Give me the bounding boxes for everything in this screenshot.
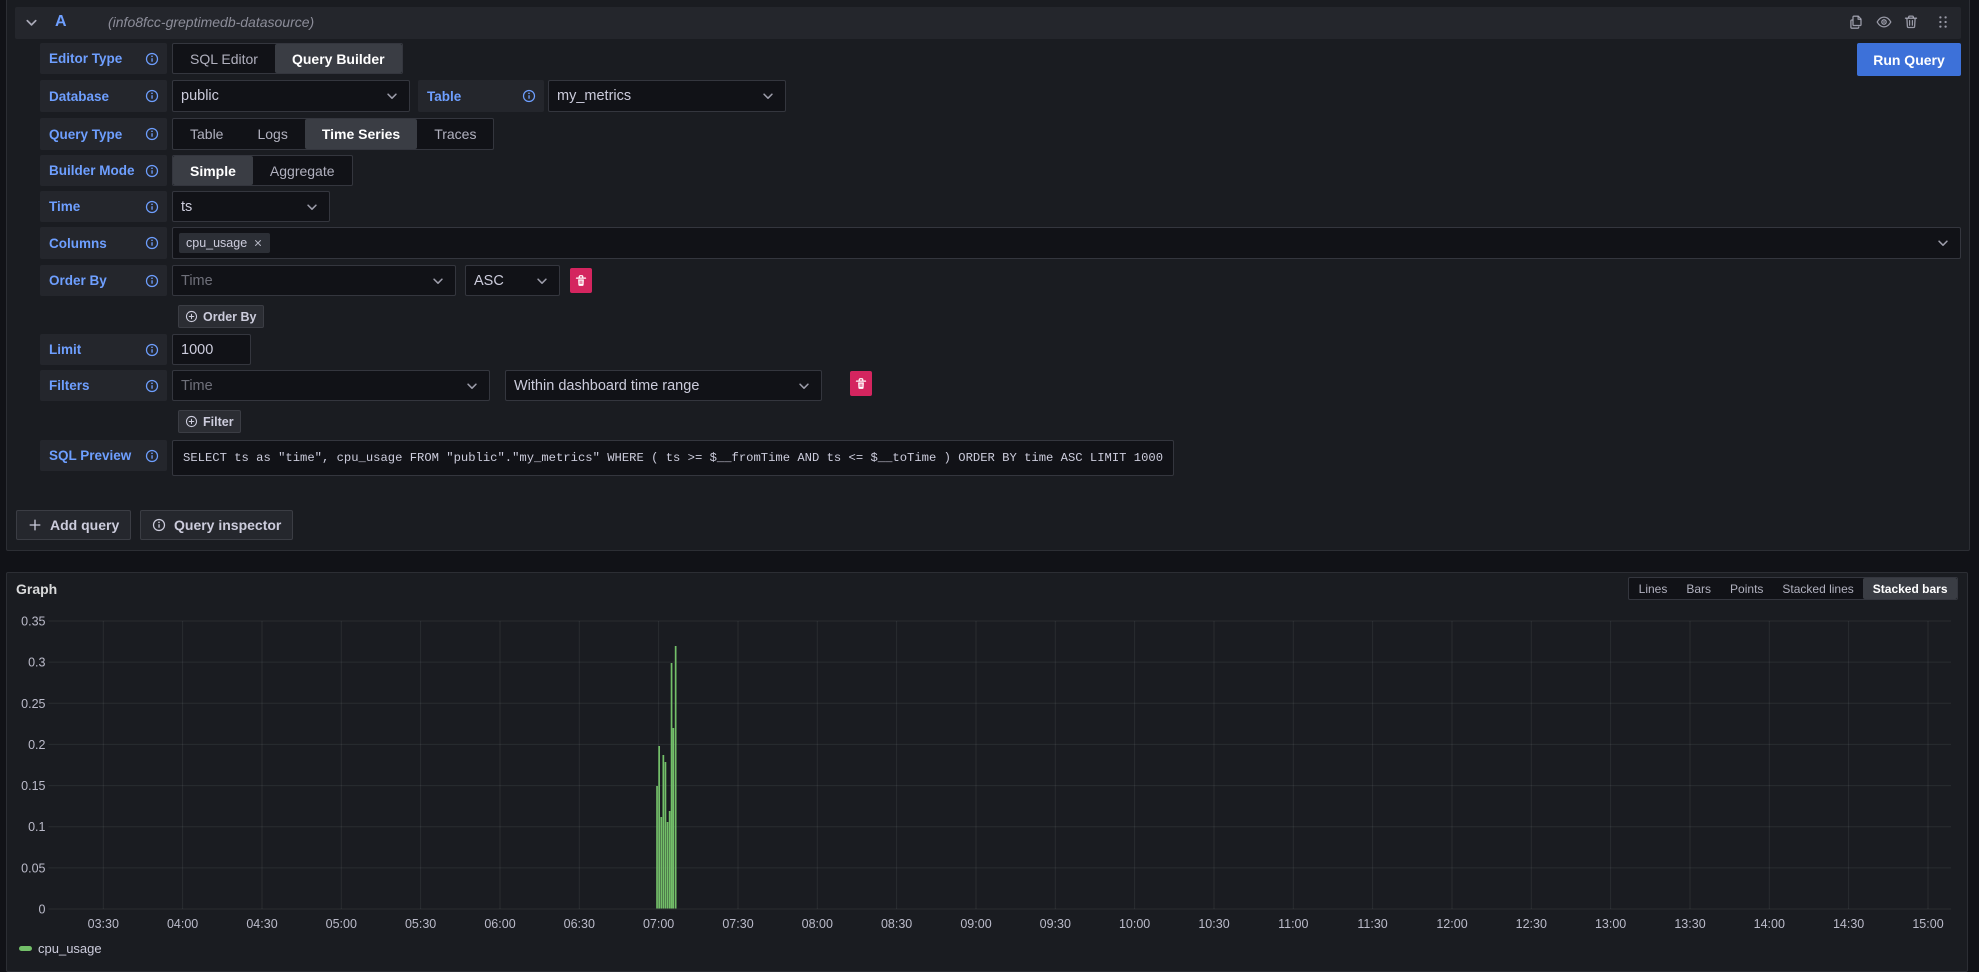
svg-text:09:00: 09:00	[960, 917, 991, 931]
svg-text:08:00: 08:00	[802, 917, 833, 931]
svg-text:12:30: 12:30	[1516, 917, 1547, 931]
svg-text:15:00: 15:00	[1912, 917, 1943, 931]
svg-text:13:30: 13:30	[1674, 917, 1705, 931]
svg-text:06:00: 06:00	[484, 917, 515, 931]
svg-text:06:30: 06:30	[564, 917, 595, 931]
svg-text:04:30: 04:30	[246, 917, 277, 931]
svg-text:09:30: 09:30	[1040, 917, 1071, 931]
svg-text:0.15: 0.15	[21, 779, 45, 793]
svg-text:0.25: 0.25	[21, 697, 45, 711]
svg-text:05:00: 05:00	[326, 917, 357, 931]
svg-text:04:00: 04:00	[167, 917, 198, 931]
svg-text:0.05: 0.05	[21, 861, 45, 875]
svg-text:05:30: 05:30	[405, 917, 436, 931]
svg-text:07:00: 07:00	[643, 917, 674, 931]
svg-text:0.2: 0.2	[28, 738, 45, 752]
svg-text:13:00: 13:00	[1595, 917, 1626, 931]
svg-text:0.1: 0.1	[28, 820, 45, 834]
svg-text:0.35: 0.35	[21, 615, 45, 629]
svg-text:14:30: 14:30	[1833, 917, 1864, 931]
svg-text:0: 0	[39, 903, 46, 917]
svg-text:0.3: 0.3	[28, 656, 45, 670]
svg-text:11:30: 11:30	[1357, 917, 1387, 931]
svg-text:14:00: 14:00	[1754, 917, 1785, 931]
svg-text:11:00: 11:00	[1278, 917, 1308, 931]
svg-text:07:30: 07:30	[722, 917, 753, 931]
svg-text:10:30: 10:30	[1198, 917, 1229, 931]
svg-text:03:30: 03:30	[88, 917, 119, 931]
svg-text:12:00: 12:00	[1436, 917, 1467, 931]
svg-text:10:00: 10:00	[1119, 917, 1150, 931]
svg-text:08:30: 08:30	[881, 917, 912, 931]
